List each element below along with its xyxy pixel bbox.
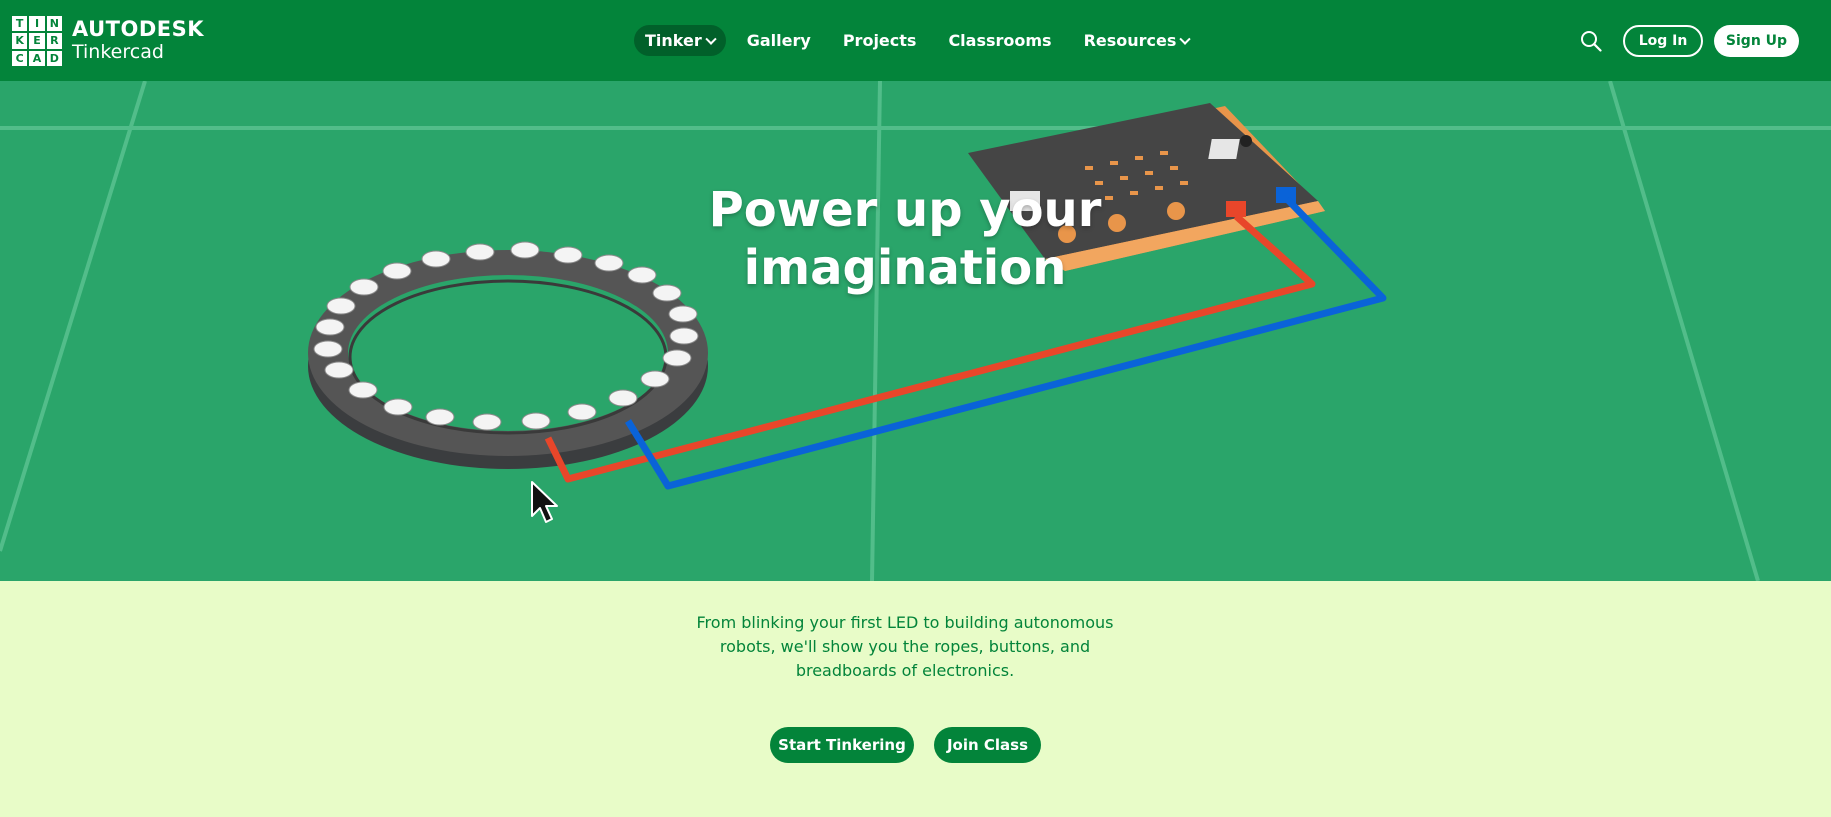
hero-title-line: imagination [743, 240, 1067, 296]
logo-letter: A [29, 50, 45, 66]
logo-letter: D [46, 50, 62, 66]
tinkercad-logo[interactable]: T I N K E R C A D [12, 16, 62, 66]
nav-item-label: Classrooms [948, 31, 1052, 50]
start-tinkering-button[interactable]: Start Tinkering [770, 727, 914, 763]
brand-product: Tinkercad [72, 41, 164, 63]
logo-letter: C [12, 50, 28, 66]
brand-name[interactable]: AUTODESK Tinkercad [72, 17, 204, 63]
nav-item-label: Gallery [746, 31, 811, 50]
hero-title: Power up your imagination [640, 181, 1170, 297]
signup-button[interactable]: Sign Up [1714, 25, 1799, 57]
login-button[interactable]: Log In [1623, 25, 1703, 57]
hero-title-line: Power up your [708, 182, 1102, 238]
main-nav: Tinker Gallery Projects Classrooms Resou… [634, 25, 1210, 56]
nav-item-label: Projects [842, 31, 917, 50]
logo-letter: I [29, 16, 45, 32]
hero-illustration [0, 81, 1831, 581]
nav-item-label: Tinker [645, 31, 702, 50]
chevron-down-icon [1179, 33, 1192, 45]
site-header: T I N K E R C A D AUTODESK Tinkercad Tin… [0, 0, 1831, 81]
join-class-button[interactable]: Join Class [934, 727, 1041, 763]
intro-text: From blinking your first LED to building… [680, 611, 1130, 683]
logo-letter: K [12, 33, 28, 49]
intro-line: From blinking your first LED to building… [696, 613, 1114, 632]
intro-line: robots, we'll show you the ropes, button… [719, 637, 1091, 656]
nav-item-resources[interactable]: Resources [1073, 25, 1201, 56]
nav-item-label: Resources [1083, 31, 1177, 50]
logo-letter: N [46, 16, 62, 32]
nav-item-gallery[interactable]: Gallery [736, 25, 822, 56]
search-icon[interactable] [1580, 30, 1602, 52]
logo-letter: R [46, 33, 62, 49]
logo-letter: E [29, 33, 45, 49]
nav-item-tinker[interactable]: Tinker [634, 25, 726, 56]
hero-banner: Power up your imagination [0, 81, 1831, 581]
logo-letter: T [12, 16, 28, 32]
intro-line: breadboards of electronics. [795, 661, 1015, 680]
brand-company: AUTODESK [72, 17, 205, 41]
nav-item-classrooms[interactable]: Classrooms [937, 25, 1062, 56]
intro-section: From blinking your first LED to building… [0, 581, 1831, 817]
chevron-down-icon [705, 33, 717, 45]
nav-item-projects[interactable]: Projects [832, 25, 928, 56]
mouse-cursor-icon [531, 481, 558, 523]
